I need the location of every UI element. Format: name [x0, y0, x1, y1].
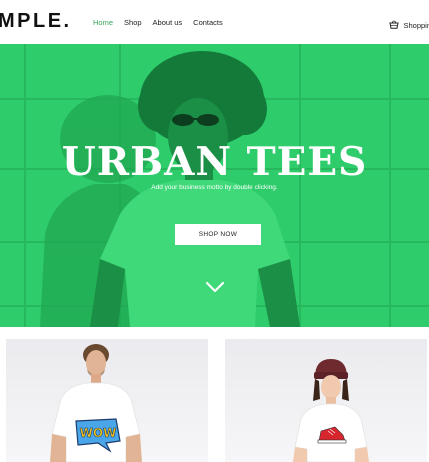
product-image-sneaker-tee — [293, 359, 369, 462]
site-header: MPLE. Home Shop About us Contacts Shoppi… — [0, 0, 429, 44]
hero-banner: URBAN TEES Add your business motto by do… — [0, 44, 429, 327]
nav-item-home[interactable]: Home — [93, 18, 113, 27]
shop-now-button[interactable]: SHOP NOW — [175, 224, 261, 245]
site-logo[interactable]: MPLE. — [0, 10, 72, 33]
hero-title: URBAN TEES — [61, 139, 368, 185]
nav-item-shop[interactable]: Shop — [124, 18, 142, 27]
product-card-2[interactable] — [225, 339, 427, 462]
basket-icon — [389, 16, 400, 34]
nav-item-about-us[interactable]: About us — [153, 18, 183, 27]
nav-item-contacts[interactable]: Contacts — [193, 18, 223, 27]
product-card-1[interactable]: WOW — [6, 339, 208, 462]
wow-graphic-text: WOW — [80, 426, 117, 440]
chevron-down-icon[interactable] — [205, 280, 225, 298]
shopping-cart-button[interactable]: Shoppin — [389, 16, 429, 34]
page: MPLE. Home Shop About us Contacts Shoppi… — [0, 0, 429, 462]
hero-subtitle: Add your business motto by double clicki… — [151, 184, 278, 191]
main-nav: Home Shop About us Contacts — [93, 18, 234, 27]
cart-label: Shoppin — [403, 20, 429, 30]
product-image-wow-tee: WOW — [50, 344, 142, 462]
